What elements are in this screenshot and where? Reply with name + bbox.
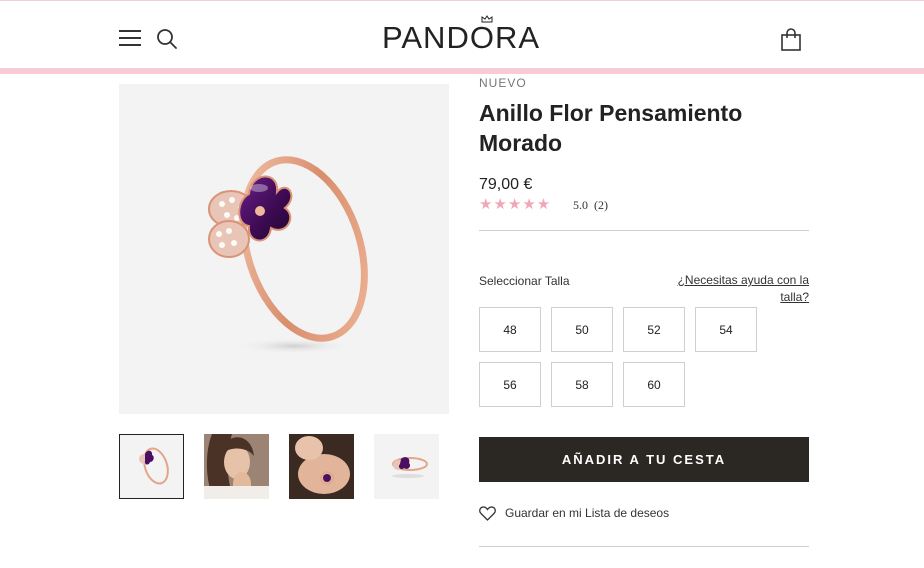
product-title: Anillo Flor Pensamiento Morado [479, 100, 743, 156]
wishlist-label: Guardar en mi Lista de deseos [505, 506, 670, 520]
product-main-image[interactable] [119, 84, 449, 414]
shopping-bag-icon[interactable] [780, 28, 802, 52]
hamburger-menu-icon[interactable] [119, 30, 141, 46]
crown-icon [481, 15, 493, 23]
size-select-label: Seleccionar Talla [479, 274, 570, 288]
size-option-60[interactable]: 60 [623, 362, 685, 407]
size-option-50[interactable]: 50 [551, 307, 613, 352]
thumbnail-model-smiling[interactable] [204, 434, 269, 499]
new-badge: NUEVO [479, 76, 527, 90]
rating-value: 5.0 [573, 198, 588, 212]
size-option-54[interactable]: 54 [695, 307, 757, 352]
thumbnail-ring-product[interactable] [119, 434, 184, 499]
brand-logo[interactable]: PANDORA [382, 15, 547, 58]
size-option-56[interactable]: 56 [479, 362, 541, 407]
size-option-52[interactable]: 52 [623, 307, 685, 352]
product-price: 79,00 € [479, 176, 533, 193]
rating-summary[interactable]: 5.0 (2) [573, 198, 608, 213]
star-rating-icons[interactable]: ★★★★★ [479, 195, 551, 213]
thumbnail-ring-side-view[interactable] [374, 434, 439, 499]
size-option-48[interactable]: 48 [479, 307, 541, 352]
wishlist-button[interactable]: Guardar en mi Lista de deseos [479, 503, 669, 523]
site-header: PANDORA [0, 0, 924, 68]
size-option-58[interactable]: 58 [551, 362, 613, 407]
ring-illustration [208, 156, 368, 354]
thumbnail-hand-wearing-ring[interactable] [289, 434, 354, 499]
search-icon[interactable] [156, 28, 178, 50]
header-accent-bar [0, 68, 924, 74]
logo-text: PANDORA [382, 20, 541, 55]
add-to-cart-button[interactable]: AÑADIR A TU CESTA [479, 437, 809, 482]
divider [479, 230, 809, 231]
size-help-link[interactable]: ¿Necesitas ayuda con la talla? [660, 272, 809, 306]
divider [479, 546, 809, 547]
review-count: (2) [594, 198, 608, 212]
heart-icon [479, 505, 496, 521]
